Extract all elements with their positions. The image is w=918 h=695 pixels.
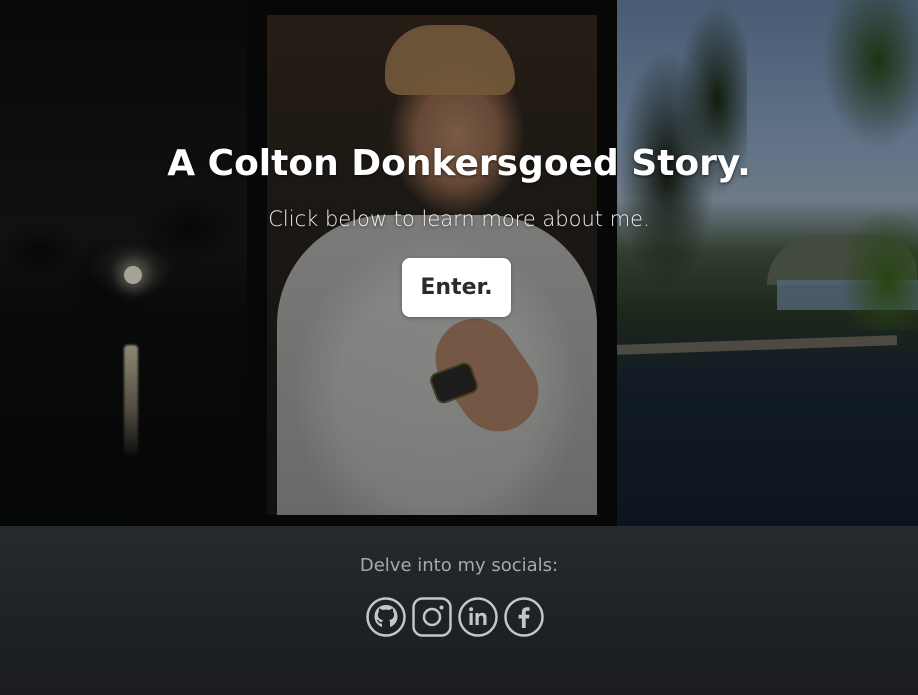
instagram-icon [412, 597, 452, 637]
hero-section: A Colton Donkersgoed Story. Click below … [0, 0, 918, 526]
linkedin-link[interactable] [458, 597, 498, 637]
facebook-icon [504, 597, 544, 637]
github-icon [366, 597, 406, 637]
hero-title: A Colton Donkersgoed Story. [167, 143, 751, 184]
hero-subtitle: Click below to learn more about me. [268, 207, 650, 231]
enter-button[interactable]: Enter. [402, 258, 511, 317]
facebook-link[interactable] [504, 597, 544, 637]
instagram-link[interactable] [412, 597, 452, 637]
social-links [366, 597, 550, 639]
github-link[interactable] [366, 597, 406, 637]
socials-label: Delve into my socials: [359, 555, 559, 576]
linkedin-icon [458, 597, 498, 637]
